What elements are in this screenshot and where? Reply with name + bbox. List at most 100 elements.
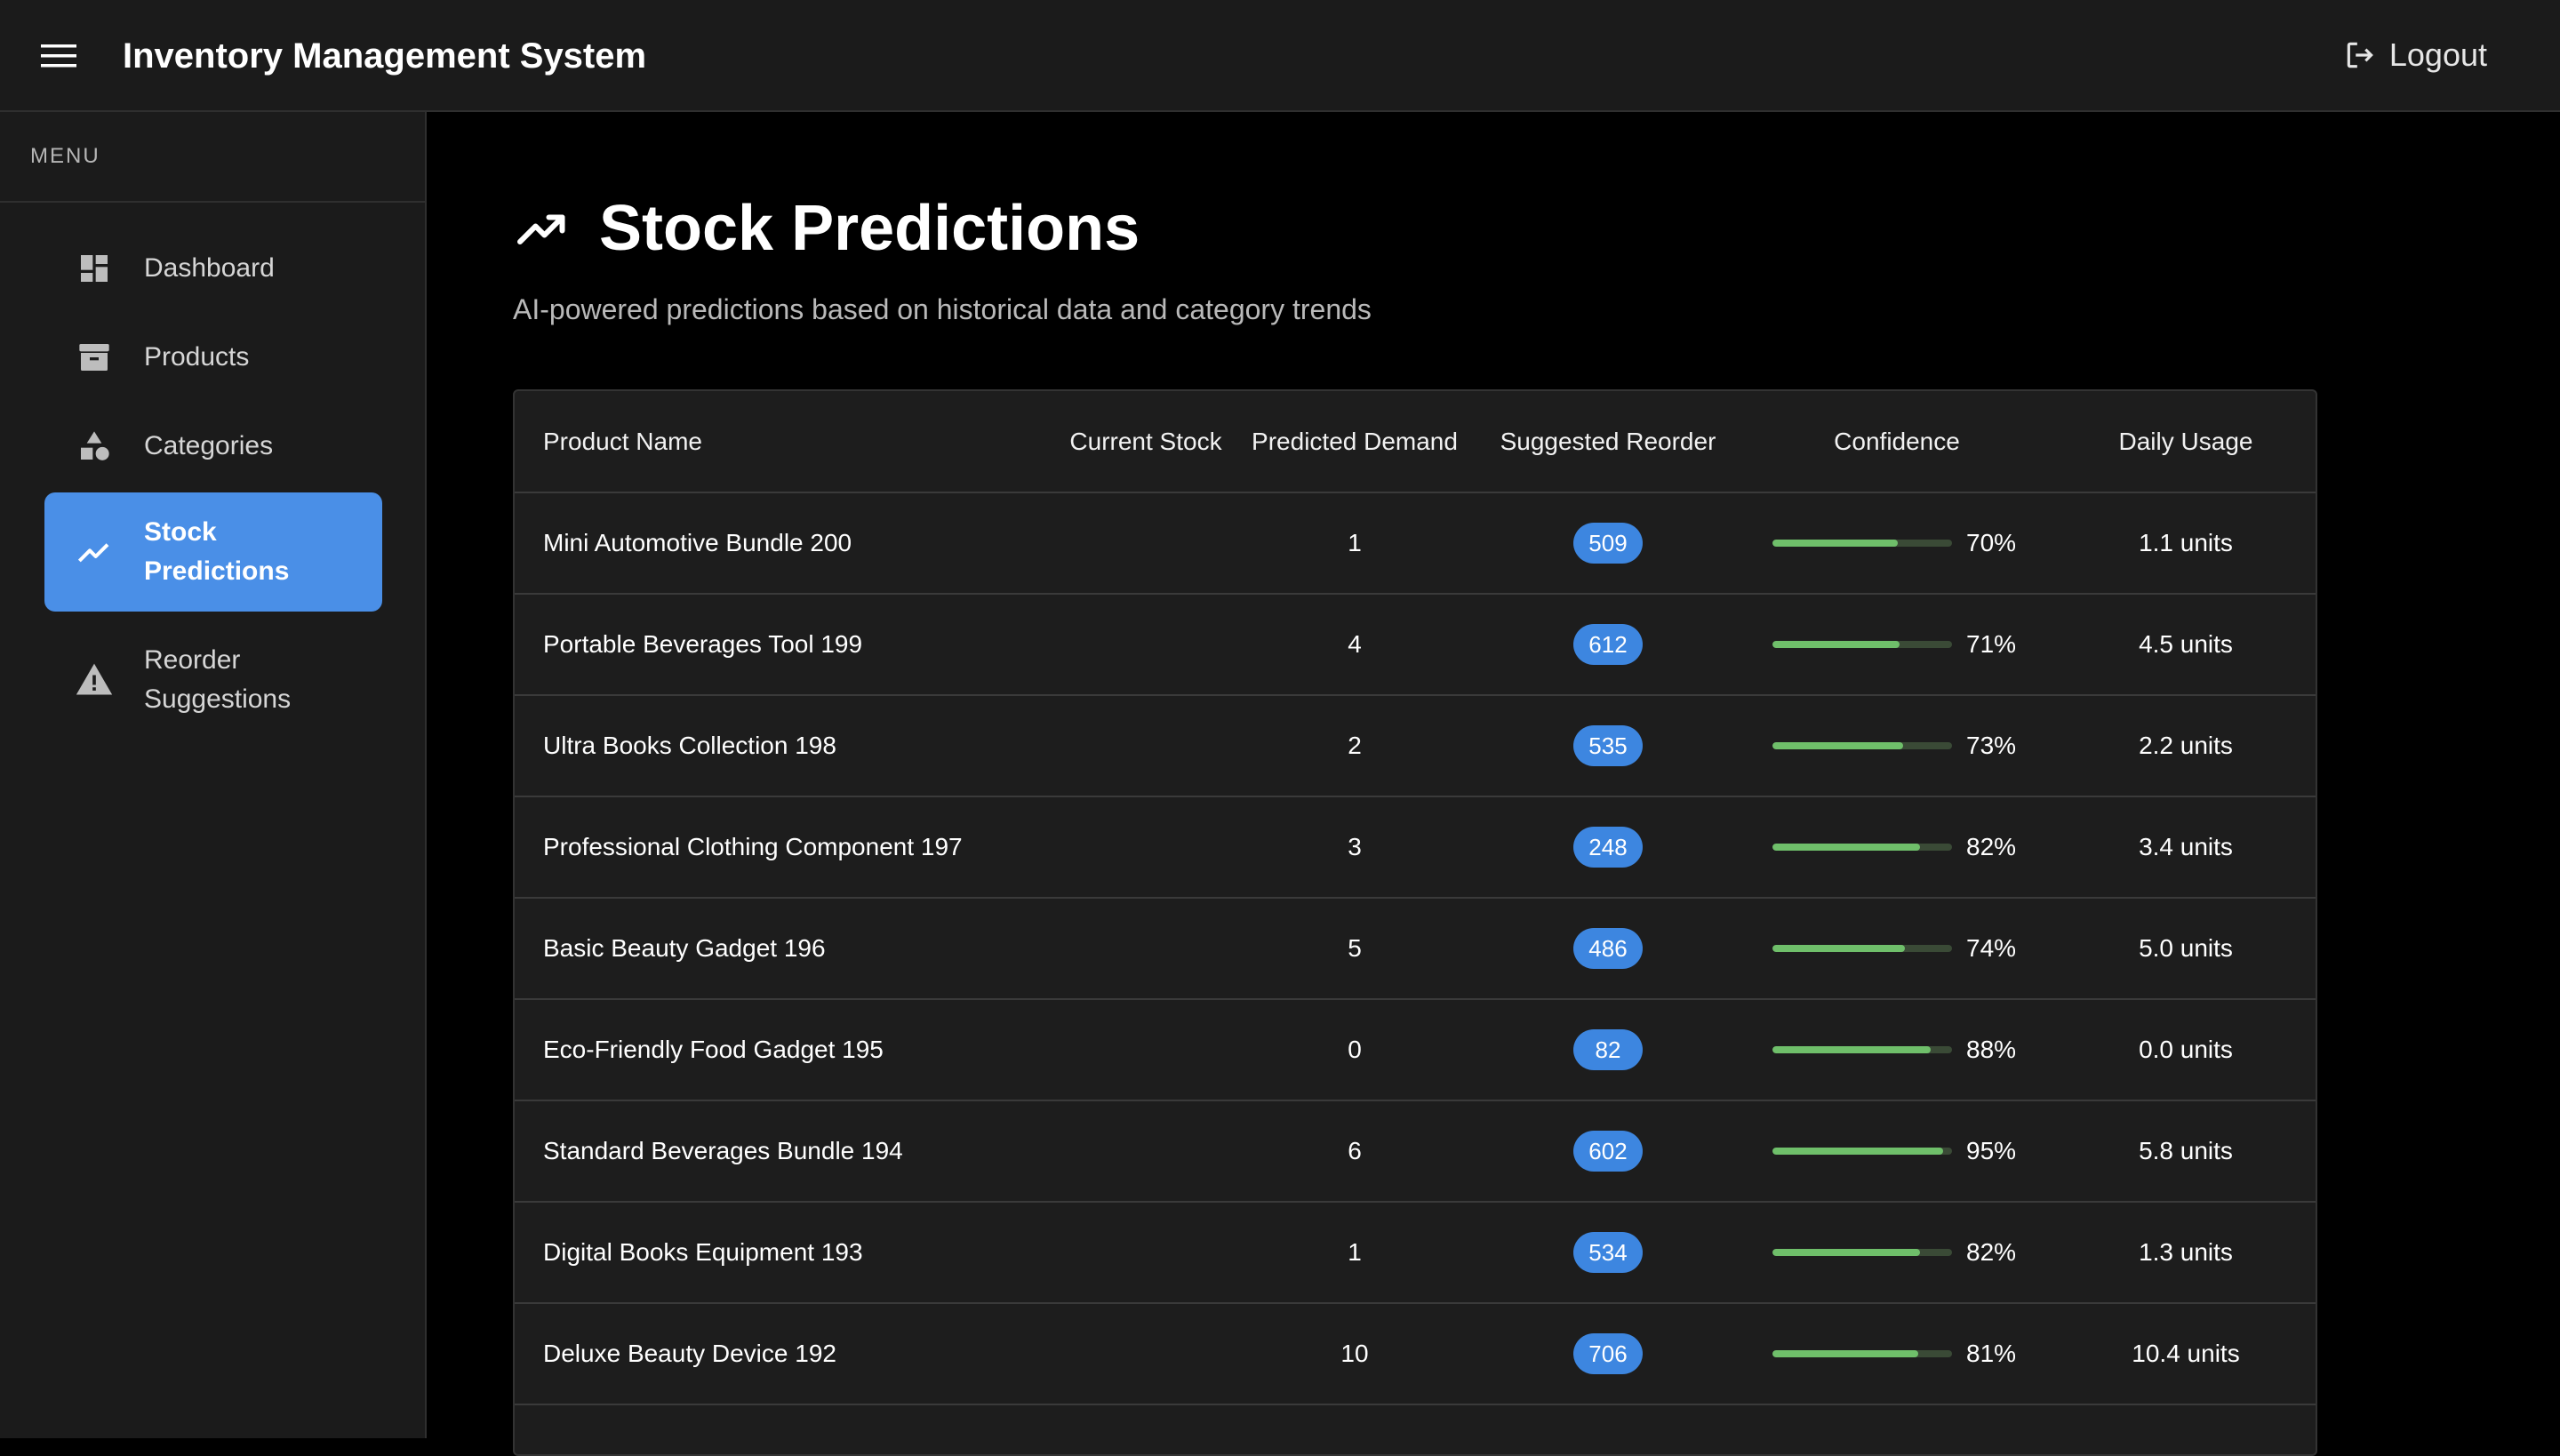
confidence-bar-track bbox=[1772, 742, 1952, 749]
confidence-value: 74% bbox=[1966, 934, 2017, 962]
predicted-demand-cell: 5 bbox=[1235, 898, 1475, 1000]
confidence-bar-track bbox=[1772, 1249, 1952, 1256]
table-row[interactable]: Mini Automotive Bundle 200 1 509 70% 1.1 uni… bbox=[515, 492, 2316, 595]
suggested-reorder-cell: 706 bbox=[1475, 1303, 1741, 1405]
confidence-indicator: 73% bbox=[1741, 732, 2052, 760]
trending-up-icon bbox=[75, 532, 114, 572]
shapes-icon bbox=[75, 427, 114, 466]
menu-button[interactable] bbox=[36, 34, 82, 78]
column-header-product-name[interactable]: Product Name bbox=[515, 391, 1057, 493]
current-stock-cell bbox=[1057, 1100, 1235, 1203]
current-stock-cell bbox=[1057, 796, 1235, 899]
table-row[interactable]: Deluxe Beauty Device 192 10 706 81% 10.4 uni… bbox=[515, 1303, 2316, 1405]
sidebar-item-categories[interactable]: Categories bbox=[44, 404, 382, 489]
current-stock-cell bbox=[1057, 594, 1235, 696]
table-row[interactable]: Professional Clothing Component 197 3 248 8… bbox=[515, 796, 2316, 899]
daily-usage-cell: 1.1 units bbox=[2052, 492, 2316, 595]
product-name-cell: Ultra Books Collection 198 bbox=[515, 695, 1057, 797]
sidebar: MENU Dashboard Products Categories Stock… bbox=[0, 112, 427, 1438]
confidence-bar-track bbox=[1772, 1046, 1952, 1053]
current-stock-cell bbox=[1057, 695, 1235, 797]
daily-usage-cell: 10.4 units bbox=[2052, 1303, 2316, 1405]
reorder-badge: 486 bbox=[1573, 928, 1643, 969]
app-title: Inventory Management System bbox=[123, 36, 647, 76]
confidence-bar-fill bbox=[1772, 945, 1906, 952]
suggested-reorder-cell: 612 bbox=[1475, 594, 1741, 696]
main-content: Stock Predictions AI-powered predictions… bbox=[428, 114, 2560, 1456]
table-row[interactable]: Portable Beverages Tool 199 4 612 71% 4.5 un… bbox=[515, 594, 2316, 696]
reorder-badge: 612 bbox=[1573, 624, 1643, 665]
sidebar-item-products[interactable]: Products bbox=[44, 315, 382, 400]
reorder-badge: 82 bbox=[1573, 1029, 1643, 1070]
confidence-value: 95% bbox=[1966, 1137, 2017, 1164]
column-header-predicted-demand[interactable]: Predicted Demand bbox=[1235, 391, 1475, 493]
sidebar-item-label: Stock Predictions bbox=[144, 517, 290, 586]
reorder-badge: 534 bbox=[1573, 1232, 1643, 1273]
confidence-indicator: 70% bbox=[1741, 529, 2052, 557]
suggested-reorder-cell: 534 bbox=[1475, 1202, 1741, 1304]
daily-usage-cell: 2.2 units bbox=[2052, 695, 2316, 797]
suggested-reorder-cell: 248 bbox=[1475, 796, 1741, 899]
column-header-current-stock[interactable]: Current Stock bbox=[1057, 391, 1235, 493]
sidebar-header: MENU bbox=[0, 112, 425, 203]
confidence-bar-fill bbox=[1772, 844, 1920, 851]
daily-usage-cell: 5.8 units bbox=[2052, 1100, 2316, 1203]
product-name-cell: Deluxe Beauty Device 192 bbox=[515, 1303, 1057, 1405]
daily-usage-cell: 1.3 units bbox=[2052, 1202, 2316, 1304]
reorder-badge: 535 bbox=[1573, 725, 1643, 766]
predicted-demand-cell: 0 bbox=[1235, 999, 1475, 1101]
logout-button[interactable]: Logout bbox=[2343, 30, 2487, 80]
confidence-bar-track bbox=[1772, 540, 1952, 547]
product-name-cell: Standard Beverages Bundle 194 bbox=[515, 1100, 1057, 1203]
confidence-indicator: 71% bbox=[1741, 630, 2052, 659]
daily-usage-cell: 5.0 units bbox=[2052, 898, 2316, 1000]
confidence-bar-track bbox=[1772, 641, 1952, 648]
sidebar-item-label: Products bbox=[144, 342, 250, 372]
suggested-reorder-cell: 602 bbox=[1475, 1100, 1741, 1203]
confidence-bar-track bbox=[1772, 1350, 1952, 1357]
table-row[interactable]: Digital Books Equipment 193 1 534 82% 1.3 un… bbox=[515, 1202, 2316, 1304]
confidence-indicator: 82% bbox=[1741, 1238, 2052, 1267]
confidence-cell: 71% bbox=[1741, 594, 2052, 696]
confidence-value: 81% bbox=[1966, 1340, 2017, 1367]
confidence-bar-track bbox=[1772, 945, 1952, 952]
current-stock-cell bbox=[1057, 999, 1235, 1101]
current-stock-cell bbox=[1057, 1202, 1235, 1304]
sidebar-item-reorder-suggestions[interactable]: Reorder Suggestions bbox=[44, 620, 382, 740]
trending-up-icon bbox=[517, 214, 565, 244]
table-row[interactable]: Eco-Friendly Food Gadget 195 0 82 88% 0.0 un… bbox=[515, 999, 2316, 1101]
column-header-suggested-reorder[interactable]: Suggested Reorder bbox=[1475, 391, 1741, 493]
reorder-badge: 248 bbox=[1573, 827, 1643, 868]
table-row[interactable]: Basic Beauty Gadget 196 5 486 74% 5.0 units bbox=[515, 898, 2316, 1000]
table-row[interactable]: Standard Beverages Bundle 194 6 602 95% 5.8 … bbox=[515, 1100, 2316, 1203]
confidence-cell: 88% bbox=[1741, 999, 2052, 1101]
confidence-value: 88% bbox=[1966, 1036, 2017, 1063]
suggested-reorder-cell: 82 bbox=[1475, 999, 1741, 1101]
confidence-bar-fill bbox=[1772, 1249, 1920, 1256]
dashboard-icon bbox=[75, 249, 114, 288]
page-title: Stock Predictions bbox=[599, 193, 1140, 264]
table-row[interactable]: Ultra Books Collection 198 2 535 73% 2.2 uni… bbox=[515, 695, 2316, 797]
daily-usage-cell: 3.4 units bbox=[2052, 796, 2316, 899]
sidebar-item-stock-predictions[interactable]: Stock Predictions bbox=[44, 492, 382, 612]
predicted-demand-cell: 1 bbox=[1235, 1202, 1475, 1304]
confidence-bar-track bbox=[1772, 844, 1952, 851]
product-name-cell: Basic Beauty Gadget 196 bbox=[515, 898, 1057, 1000]
confidence-cell: 70% bbox=[1741, 492, 2052, 595]
sidebar-nav: Dashboard Products Categories Stock Pred… bbox=[0, 203, 425, 740]
sidebar-item-dashboard[interactable]: Dashboard bbox=[44, 226, 382, 311]
confidence-cell: 82% bbox=[1741, 796, 2052, 899]
column-header-confidence[interactable]: Confidence bbox=[1741, 391, 2052, 493]
sidebar-item-label: Reorder Suggestions bbox=[144, 645, 292, 714]
app-bar: Inventory Management System Logout bbox=[0, 0, 2560, 112]
archive-box-icon bbox=[75, 338, 114, 377]
daily-usage-cell: 4.5 units bbox=[2052, 594, 2316, 696]
predictions-table-card: Product Name Current Stock Predicted Dem… bbox=[513, 389, 2317, 1456]
logout-label: Logout bbox=[2388, 36, 2487, 73]
confidence-bar-fill bbox=[1772, 540, 1899, 547]
column-header-daily-usage[interactable]: Daily Usage bbox=[2052, 391, 2316, 493]
daily-usage-cell: 0.0 units bbox=[2052, 999, 2316, 1101]
confidence-cell: 95% bbox=[1741, 1100, 2052, 1203]
predicted-demand-cell: 3 bbox=[1235, 796, 1475, 899]
reorder-badge: 509 bbox=[1573, 523, 1643, 564]
